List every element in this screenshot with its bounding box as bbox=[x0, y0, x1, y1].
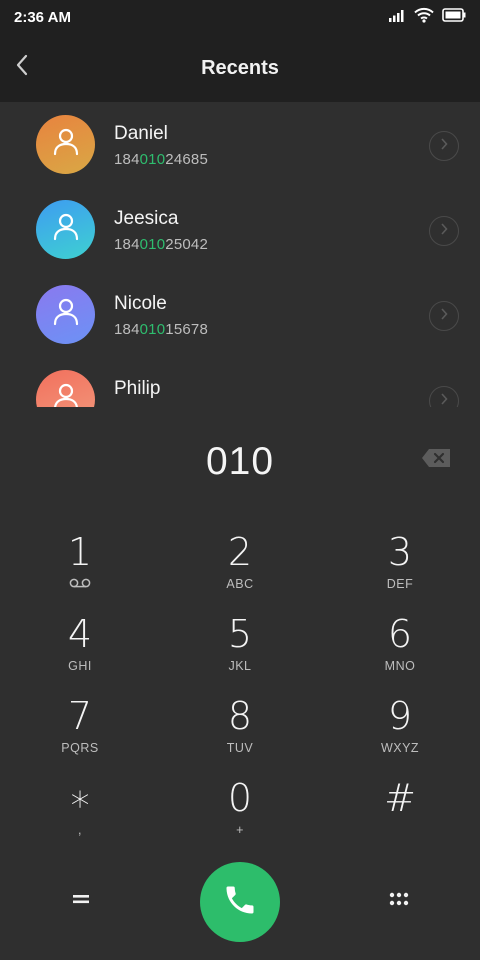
page-title: Recents bbox=[201, 56, 279, 79]
contact-details-button[interactable] bbox=[429, 386, 459, 407]
contact-name: Philip bbox=[114, 378, 161, 399]
contact-name: Jeesica bbox=[114, 208, 179, 229]
call-button[interactable] bbox=[200, 862, 280, 942]
key-hash[interactable]: # bbox=[340, 776, 460, 852]
key-star[interactable]: ∗ , bbox=[20, 776, 140, 852]
person-icon bbox=[53, 298, 79, 331]
dial-keypad: 1 2 ABC 3 DEF 4 GHI 5 JKL 6 MNO 7 PQRS 8… bbox=[0, 520, 480, 860]
key-6[interactable]: 6 MNO bbox=[340, 612, 460, 688]
contact-details-button[interactable] bbox=[429, 301, 459, 331]
key-1[interactable]: 1 bbox=[20, 530, 140, 606]
contact-number: 18401025042 bbox=[114, 236, 208, 253]
key-4[interactable]: 4 GHI bbox=[20, 612, 140, 688]
app-header: Recents bbox=[0, 34, 480, 102]
menu-equals-icon bbox=[71, 892, 91, 911]
dialed-number-display: 010 bbox=[0, 430, 480, 494]
contact-number: 18401024685 bbox=[114, 151, 208, 168]
chevron-right-icon bbox=[440, 307, 448, 325]
status-bar: 2:36 AM bbox=[0, 0, 480, 34]
recent-contact-item[interactable]: Daniel 18401024685 bbox=[0, 102, 480, 186]
avatar bbox=[36, 115, 95, 174]
person-icon bbox=[53, 213, 79, 246]
chevron-right-icon bbox=[440, 137, 448, 155]
recents-list[interactable]: Daniel 18401024685 Jeesica 18401025042 N… bbox=[0, 102, 480, 407]
backspace-button[interactable] bbox=[420, 448, 452, 472]
backspace-icon bbox=[421, 448, 451, 473]
person-icon bbox=[53, 383, 79, 407]
chevron-right-icon bbox=[440, 222, 448, 240]
contact-details-button[interactable] bbox=[429, 216, 459, 246]
contact-details-button[interactable] bbox=[429, 131, 459, 161]
person-icon bbox=[53, 128, 79, 161]
contact-number: 18401015678 bbox=[114, 321, 208, 338]
battery-icon bbox=[442, 7, 466, 27]
phone-icon bbox=[222, 882, 258, 923]
status-time: 2:36 AM bbox=[14, 8, 71, 26]
keypad-dots-icon bbox=[388, 891, 410, 912]
key-9[interactable]: 9 WXYZ bbox=[340, 694, 460, 770]
keypad-toggle-button[interactable] bbox=[384, 886, 414, 916]
dialed-number: 010 bbox=[205, 440, 275, 483]
wifi-icon bbox=[414, 7, 434, 28]
key-3[interactable]: 3 DEF bbox=[340, 530, 460, 606]
recent-contact-item[interactable]: Jeesica 18401025042 bbox=[0, 187, 480, 271]
chevron-left-icon bbox=[15, 54, 29, 81]
avatar bbox=[36, 285, 95, 344]
back-button[interactable] bbox=[10, 52, 34, 82]
voicemail-icon bbox=[69, 575, 91, 593]
dialer-screen: 2:36 AM Recents Daniel 18401024685 Jeesi… bbox=[0, 0, 480, 960]
key-5[interactable]: 5 JKL bbox=[180, 612, 300, 688]
key-0[interactable]: 0 + bbox=[180, 776, 300, 852]
key-7[interactable]: 7 PQRS bbox=[20, 694, 140, 770]
status-icons bbox=[388, 7, 466, 28]
key-2[interactable]: 2 ABC bbox=[180, 530, 300, 606]
contact-name: Daniel bbox=[114, 123, 168, 144]
chevron-right-icon bbox=[440, 392, 448, 407]
recent-contact-item[interactable]: Nicole 18401015678 bbox=[0, 272, 480, 356]
avatar bbox=[36, 370, 95, 407]
key-8[interactable]: 8 TUV bbox=[180, 694, 300, 770]
avatar bbox=[36, 200, 95, 259]
recent-contact-item[interactable]: Philip bbox=[0, 357, 480, 407]
signal-icon bbox=[388, 8, 406, 27]
contact-name: Nicole bbox=[114, 293, 167, 314]
menu-button[interactable] bbox=[66, 886, 96, 916]
